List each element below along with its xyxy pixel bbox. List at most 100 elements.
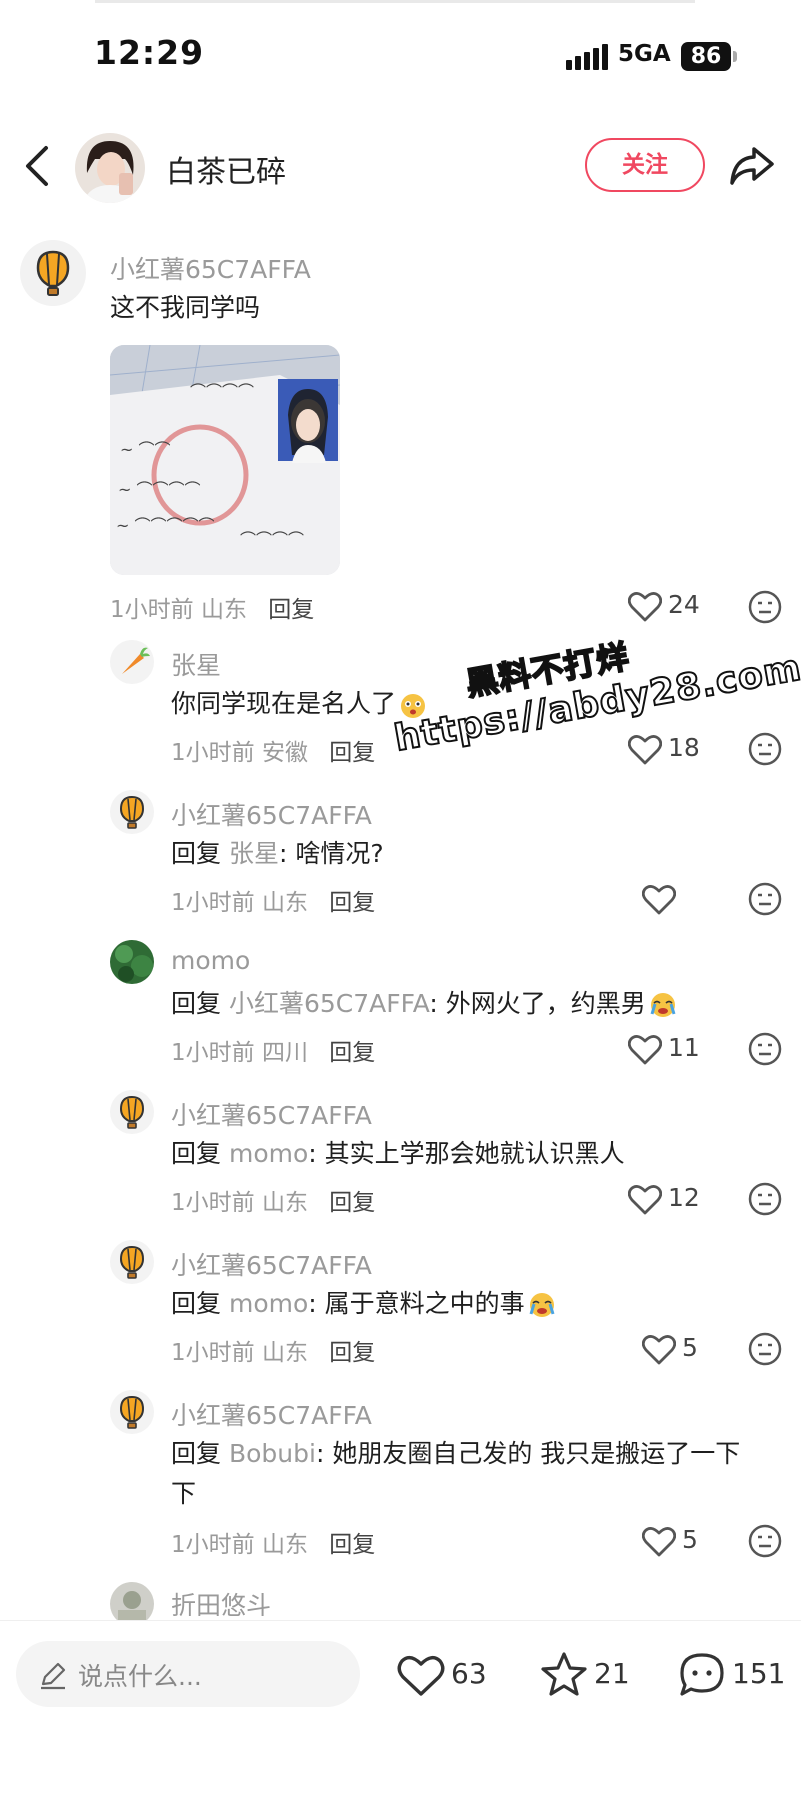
like-count: 12 [668, 1183, 700, 1212]
comment-body: : 其实上学那会她就认识黑人 [308, 1139, 625, 1168]
emoji-reaction-icon[interactable] [748, 1332, 782, 1366]
follow-button[interactable]: 关注 [585, 138, 705, 192]
reply-button[interactable]: 回复 [329, 1340, 375, 1366]
comment-meta: 1小时前 四川 回复 [171, 1033, 375, 1067]
reply-button[interactable]: 回复 [329, 890, 375, 916]
balloon-icon [119, 1095, 145, 1129]
emoji-reaction-icon[interactable] [748, 1524, 782, 1558]
comment-time: 1小时前 [171, 1340, 255, 1366]
like-post-button[interactable]: 63 [397, 1651, 487, 1699]
comment-meta: 1小时前 山东 回复 [171, 1333, 375, 1367]
comment-time: 1小时前 [171, 890, 255, 916]
comment-body: : 她朋友圈自己发的 我只是搬运了一下 [315, 1439, 741, 1468]
svg-text:~ ⌒⌒: ~ ⌒⌒ [120, 440, 171, 459]
reply-button[interactable]: 回复 [329, 1040, 375, 1066]
heart-icon [397, 1655, 445, 1696]
comment-meta: 1小时前 山东 回复 [110, 590, 314, 624]
emoji-reaction-icon[interactable] [748, 732, 782, 766]
like-count: 11 [668, 1033, 700, 1062]
id-card-photo: ⌒⌒⌒⌒ ~ ⌒⌒ ~ ⌒⌒⌒⌒ ~ ⌒⌒⌒⌒⌒ ⌒⌒⌒⌒ [110, 345, 340, 575]
crying-face-emoji-icon [527, 1290, 557, 1320]
pencil-icon [41, 1662, 66, 1690]
comment-meta: 1小时前 安徽 回复 [171, 733, 375, 767]
comment-image[interactable]: ⌒⌒⌒⌒ ~ ⌒⌒ ~ ⌒⌒⌒⌒ ~ ⌒⌒⌒⌒⌒ ⌒⌒⌒⌒ [110, 345, 340, 575]
balloon-icon [119, 795, 145, 829]
comment-input-placeholder: 说点什么... [78, 1662, 202, 1691]
comment-text-continued: 下 [171, 1479, 197, 1508]
comment-input[interactable]: 说点什么... [16, 1641, 360, 1707]
commenter-avatar[interactable] [110, 940, 154, 984]
commenter-name[interactable]: 小红薯65C7AFFA [171, 1096, 372, 1132]
heart-icon [642, 885, 676, 915]
commenter-avatar[interactable] [110, 1090, 154, 1134]
commenter-avatar[interactable] [110, 1390, 154, 1434]
status-bar: 12:29 5GA 86 [0, 0, 801, 110]
comment-time: 1小时前 [171, 1040, 255, 1066]
mention-link[interactable]: 小红薯65C7AFFA [229, 989, 429, 1018]
svg-text:~ ⌒⌒⌒⌒: ~ ⌒⌒⌒⌒ [118, 480, 201, 499]
emoji-reaction-icon[interactable] [748, 1182, 782, 1216]
comments-button[interactable]: 151 [678, 1651, 788, 1699]
commenter-avatar[interactable] [110, 790, 154, 834]
commenter-name[interactable]: 小红薯65C7AFFA [110, 250, 311, 286]
like-count: 5 [682, 1333, 698, 1362]
back-arrow-icon[interactable] [18, 142, 58, 190]
carrot-icon [122, 647, 150, 674]
commenter-name[interactable]: 张星 [171, 646, 221, 682]
chat-bubble-icon [680, 1653, 724, 1696]
comment-time: 1小时前 [171, 740, 255, 766]
reply-button[interactable]: 回复 [268, 597, 314, 623]
mention-link[interactable]: momo [229, 1289, 308, 1318]
star-icon [541, 1652, 587, 1696]
mention-link[interactable]: Bobubi [229, 1439, 316, 1468]
commenter-name[interactable]: 小红薯65C7AFFA [171, 796, 372, 832]
svg-text:⌒⌒⌒⌒: ⌒⌒⌒⌒ [240, 530, 304, 549]
commenter-avatar[interactable] [110, 1240, 154, 1284]
crying-face-emoji-icon [648, 990, 678, 1020]
reply-prefix: 回复 [171, 1139, 222, 1168]
bottom-action-bar: 说点什么... 63 21 151 [0, 1620, 801, 1793]
comment-meta: 1小时前 山东 回复 [171, 883, 375, 917]
comment-location: 山东 [261, 890, 308, 916]
battery-tip [733, 51, 737, 62]
watermark: 黑料不打烊 https://abdy28.com [383, 608, 801, 782]
commenter-avatar[interactable] [20, 240, 86, 306]
comment-text: 回复 momo: 属于意料之中的事 [171, 1284, 557, 1324]
like-count: 5 [682, 1525, 698, 1554]
share-icon[interactable] [728, 143, 776, 187]
comment-text: 回复 张星: 啥情况? [171, 834, 384, 874]
heart-icon [628, 1185, 662, 1215]
reply-prefix: 回复 [171, 839, 222, 868]
reply-button[interactable]: 回复 [329, 1190, 375, 1216]
reply-button[interactable]: 回复 [329, 740, 375, 766]
leaf-avatar-icon [110, 940, 154, 984]
commenter-name[interactable]: 折田悠斗 [171, 1586, 271, 1622]
commenter-name[interactable]: momo [171, 946, 250, 975]
reply-button[interactable]: 回复 [329, 1532, 375, 1558]
comment-body: : 外网火了，约黑男 [429, 989, 646, 1018]
mention-link[interactable]: 张星 [229, 839, 279, 868]
battery-indicator: 86 [681, 42, 731, 71]
reply-prefix: 回复 [171, 1439, 222, 1468]
comment-meta: 1小时前 山东 回复 [171, 1525, 375, 1559]
heart-icon [642, 1527, 676, 1557]
comment-location: 山东 [200, 597, 247, 623]
author-name[interactable]: 白茶已碎 [166, 147, 286, 191]
commenter-name[interactable]: 小红薯65C7AFFA [171, 1396, 372, 1432]
post-comment-count: 151 [732, 1657, 786, 1690]
emoji-reaction-icon[interactable] [748, 1032, 782, 1066]
balloon-icon [119, 1395, 145, 1429]
comment-body: : 属于意料之中的事 [308, 1289, 525, 1318]
emoji-reaction-icon[interactable] [748, 882, 782, 916]
commenter-name[interactable]: 小红薯65C7AFFA [171, 1246, 372, 1282]
author-avatar[interactable] [75, 133, 145, 203]
collect-button[interactable]: 21 [540, 1651, 630, 1699]
heart-icon [642, 1335, 676, 1365]
heart-icon [628, 1035, 662, 1065]
post-collect-count: 21 [594, 1657, 630, 1690]
comment-text: 回复 Bobubi: 她朋友圈自己发的 我只是搬运了一下 [171, 1434, 740, 1474]
post-like-count: 63 [451, 1657, 487, 1690]
mention-link[interactable]: momo [229, 1139, 308, 1168]
commenter-avatar[interactable] [110, 640, 154, 684]
comment-body: : 啥情况? [278, 839, 384, 868]
